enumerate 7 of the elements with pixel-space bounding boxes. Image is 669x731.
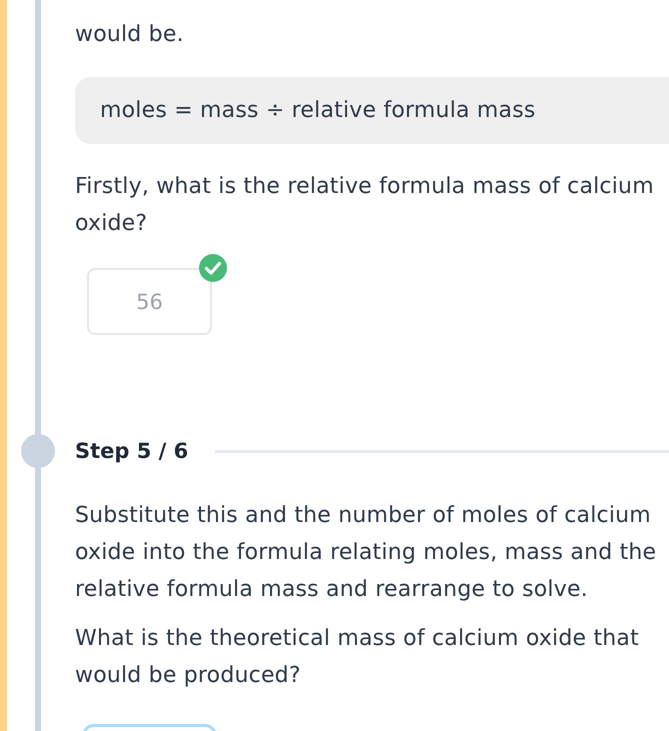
paragraph-text: would be.: [75, 21, 185, 49]
paragraph-text: What is the theoretical mass of calcium oxide that would be produced?: [75, 625, 640, 690]
paragraph-text: Substitute this and the number of moles of calcium oxide into the formula relating moles, mass and the relative formula mass and rearrange to solve.: [75, 502, 658, 604]
step-label: Step 5 / 6: [75, 438, 188, 465]
answer-field[interactable]: 56: [87, 268, 212, 335]
formula-block: moles = mass ÷ relative formula mass: [75, 77, 669, 144]
paragraph-text: Firstly, what is the relative formula mass of calcium oxide?: [75, 173, 655, 238]
